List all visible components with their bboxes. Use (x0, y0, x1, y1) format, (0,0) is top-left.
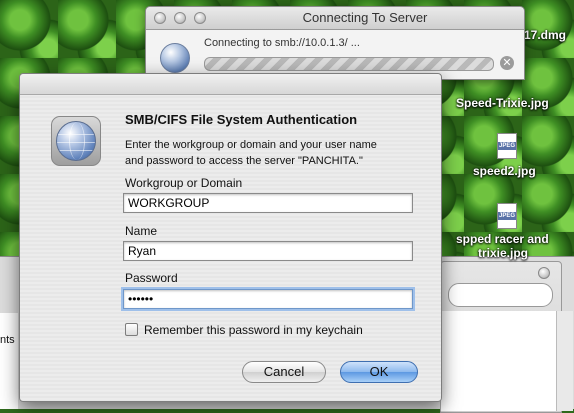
dialog-heading: SMB/CIFS File System Authentication (125, 112, 358, 127)
cancel-button[interactable]: Cancel (242, 361, 326, 383)
stop-icon[interactable]: ✕ (500, 56, 514, 70)
name-label: Name (125, 224, 158, 238)
finder-sidebar-item[interactable]: nts (0, 334, 15, 346)
network-globe-icon (51, 116, 101, 166)
password-label: Password (125, 271, 178, 285)
finder-content-area (440, 311, 557, 411)
password-field[interactable] (123, 289, 413, 309)
workgroup-field[interactable] (123, 193, 413, 213)
desktop-icon-label[interactable]: 17.dmg (524, 28, 566, 42)
remember-checkbox[interactable] (125, 323, 138, 336)
jpeg-file-icon[interactable]: JPEG (497, 203, 517, 229)
desktop-icon-label[interactable]: Speed-Trixie.jpg (456, 96, 549, 110)
title-bar[interactable]: Connecting To Server (146, 7, 524, 30)
name-field[interactable] (123, 241, 413, 261)
jpeg-file-icon[interactable]: JPEG (497, 133, 517, 159)
globe-icon (56, 121, 96, 161)
network-globe-icon (160, 43, 190, 73)
dialog-description: Enter the workgroup or domain and your u… (125, 139, 377, 167)
desktop-icon-label[interactable]: spped racer and (456, 232, 549, 246)
window-title: Connecting To Server (302, 10, 428, 25)
finder-sidebar (0, 313, 18, 409)
connection-status: Connecting to smb://10.0.1.3/ ... (204, 37, 360, 49)
desktop-icon-label[interactable]: trixie.jpg (478, 246, 528, 260)
desktop-icon-label[interactable]: speed2.jpg (473, 164, 536, 178)
progress-bar (204, 57, 494, 71)
finder-scrollbar[interactable] (556, 311, 573, 411)
dialog-title-bar (20, 74, 441, 95)
workgroup-label: Workgroup or Domain (125, 176, 243, 190)
ok-button[interactable]: OK (340, 361, 418, 383)
finder-search-field[interactable] (448, 283, 553, 307)
auth-dialog: SMB/CIFS File System Authentication Ente… (19, 73, 442, 402)
zoom-button[interactable] (538, 267, 550, 279)
remember-label[interactable]: Remember this password in my keychain (144, 323, 363, 337)
connecting-window: Connecting To Server Connecting to smb:/… (145, 6, 525, 80)
